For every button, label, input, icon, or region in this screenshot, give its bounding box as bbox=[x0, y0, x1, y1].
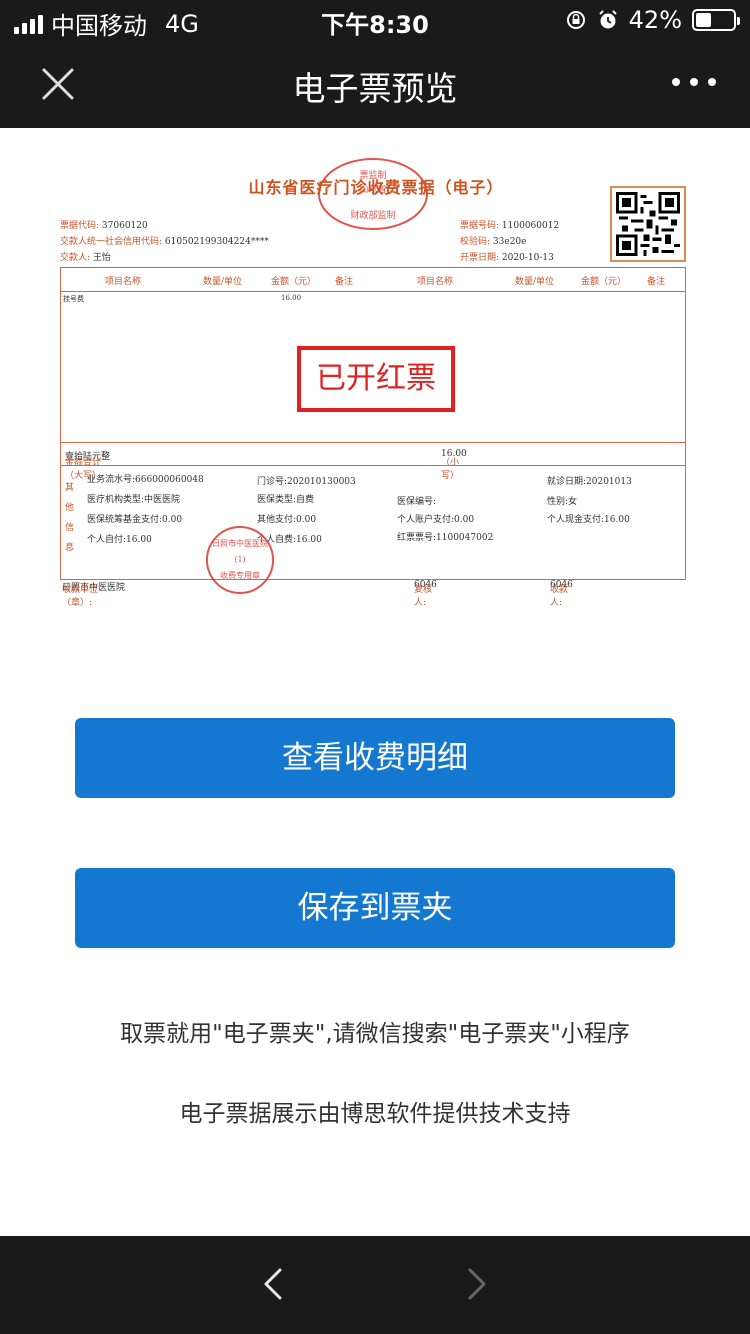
clinic-number: 门诊号:202010130003 bbox=[257, 477, 356, 487]
visit-date: 就诊日期:20201013 bbox=[547, 477, 632, 487]
bottom-toolbar bbox=[0, 1236, 750, 1334]
e-receipt: 票监制 山东省 财政部监制 山东省医疗门诊收费票据（电子） 票据代码: 3706… bbox=[56, 150, 696, 620]
rotation-lock-icon bbox=[566, 11, 585, 29]
tech-support-note: 电子票据展示由博思软件提供技术支持 bbox=[179, 1101, 571, 1127]
save-to-wallet-button[interactable]: 保存到票夹 bbox=[75, 868, 675, 948]
org-type: 医疗机构类型:中医医院 bbox=[87, 495, 181, 505]
cash-pay: 个人现金支付:16.00 bbox=[547, 515, 630, 525]
self-pay: 个人自付:16.00 bbox=[87, 535, 152, 545]
view-details-button[interactable]: 查看收费明细 bbox=[75, 718, 675, 798]
bill-code: 票据代码: 37060120 bbox=[60, 221, 148, 231]
total-row: 金额合计（大写） 壹拾陆元整 （小写） 16.00 bbox=[61, 442, 685, 481]
serial-number: 业务流水号:666000060048 bbox=[87, 475, 204, 485]
table-header: 项目名称 数量/单位 金额（元） 备注 项目名称 数量/单位 金额（元） 备注 bbox=[61, 268, 685, 292]
insurance-number: 医保编号: bbox=[397, 497, 437, 507]
item-name: 挂号费 bbox=[63, 295, 84, 303]
back-arrow-icon[interactable] bbox=[258, 1264, 290, 1304]
receipt-title: 山东省医疗门诊收费票据（电子） bbox=[248, 178, 504, 197]
payer: 交款人: 王怡 bbox=[60, 253, 111, 263]
page-title: 电子票预览 bbox=[292, 69, 458, 108]
gender: 性别:女 bbox=[547, 497, 578, 507]
other-info: 其他信息 业务流水号:666000060048 门诊号:202010130003… bbox=[61, 466, 687, 580]
total-lower: （小写） 16.00 bbox=[441, 449, 467, 481]
receipt-footer: 收款单位（章）: 日照市中医医院 复核人: 6046 收款人: 6046 bbox=[56, 578, 696, 608]
reviewer: 复核人: 6046 bbox=[414, 580, 437, 608]
payee: 收款人: 6046 bbox=[550, 580, 573, 608]
item-amount: 16.00 bbox=[281, 294, 302, 302]
qr-code bbox=[610, 186, 686, 262]
status-bar: 中国移动 4G 下午8:30 42% bbox=[0, 0, 750, 40]
red-bill-number: 红票票号:1100047002 bbox=[397, 533, 494, 543]
payer-credit-code: 交款人统一社会信用代码: 610502199304224**** bbox=[60, 237, 269, 247]
nav-bar: 电子票预览 bbox=[0, 40, 750, 128]
receipt-table: 项目名称 数量/单位 金额（元） 备注 项目名称 数量/单位 金额（元） 备注 … bbox=[60, 267, 686, 580]
bill-number: 票据号码: 1100060012 bbox=[460, 221, 560, 231]
other-info-label: 其他信息 bbox=[65, 483, 75, 553]
account-pay: 个人账户支付:0.00 bbox=[397, 515, 475, 525]
issue-date: 开票日期: 2020-10-13 bbox=[460, 253, 554, 263]
payee-unit: 收款单位（章）: 日照市中医医院 bbox=[62, 583, 126, 608]
other-pay: 其他支付:0.00 bbox=[257, 515, 317, 525]
insurance-type: 医保类型:自费 bbox=[257, 495, 315, 505]
check-code: 校验码: 33e20e bbox=[460, 237, 527, 247]
forward-arrow-icon[interactable] bbox=[460, 1264, 492, 1304]
alarm-icon bbox=[598, 10, 617, 29]
fund-pay: 医保统筹基金支付:0.00 bbox=[87, 515, 183, 525]
battery-percent: 42% bbox=[628, 6, 682, 34]
red-invoice-stamp: 已开红票 bbox=[297, 346, 455, 412]
more-icon[interactable] bbox=[672, 70, 716, 94]
battery-icon bbox=[692, 9, 740, 31]
wallet-hint: 取票就用"电子票夹",请微信搜索"电子票夹"小程序 bbox=[120, 1021, 630, 1047]
total-upper: 金额合计（大写） 壹拾陆元整 bbox=[65, 452, 111, 481]
